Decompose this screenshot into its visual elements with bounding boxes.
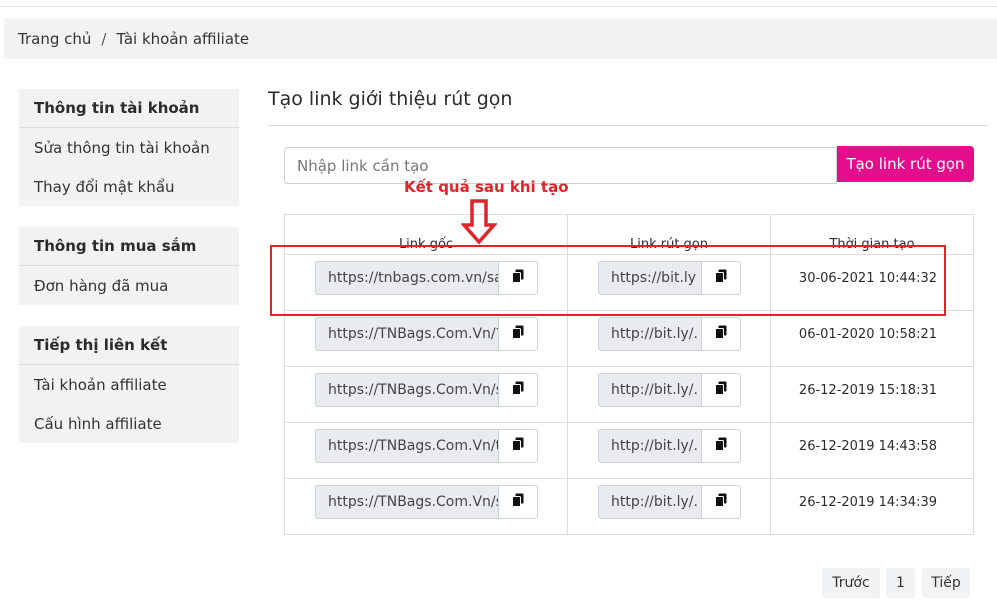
annotation-label: Kết quả sau khi tạo (404, 178, 569, 196)
pagination-prev-button[interactable]: Trước (822, 568, 880, 598)
copy-icon (512, 493, 524, 511)
sidebar-heading-shopping: Thông tin mua sắm (19, 227, 239, 266)
table-row: https://TNBags.Com.Vn/s http://bit.ly/. … (284, 478, 974, 535)
sidebar-item-edit-account[interactable]: Sửa thông tin tài khoản (19, 128, 239, 167)
sidebar-item-affiliate-account[interactable]: Tài khoản affiliate (19, 365, 239, 404)
original-link-field[interactable]: https://TNBags.Com.Vn/t (315, 429, 499, 463)
table-row: https://TNBags.Com.Vn/t http://bit.ly/. … (284, 422, 974, 479)
original-link-field[interactable]: https://TNBags.Com.Vn/? (315, 317, 499, 351)
sidebar-heading-affiliate: Tiếp thị liên kết (19, 326, 239, 365)
created-time: 26-12-2019 15:18:31 (770, 366, 974, 423)
copy-icon (715, 325, 727, 343)
sidebar-group-account: Thông tin tài khoản Sửa thông tin tài kh… (19, 89, 239, 206)
copy-icon (715, 437, 727, 455)
copy-original-button[interactable] (499, 373, 538, 407)
annotation-highlight-box (270, 245, 946, 316)
sidebar-item-orders[interactable]: Đơn hàng đã mua (19, 266, 239, 305)
sidebar-heading-account: Thông tin tài khoản (19, 89, 239, 128)
original-link-field[interactable]: https://TNBags.Com.Vn/s (315, 373, 499, 407)
pagination-page-1[interactable]: 1 (886, 568, 915, 598)
copy-icon (715, 381, 727, 399)
created-time: 26-12-2019 14:34:39 (770, 478, 974, 535)
down-arrow-icon (460, 199, 498, 249)
table-row: https://TNBags.Com.Vn/? http://bit.ly/. … (284, 310, 974, 367)
breadcrumb-current: Tài khoản affiliate (116, 30, 250, 48)
copy-short-button[interactable] (702, 429, 741, 463)
sidebar-group-shopping: Thông tin mua sắm Đơn hàng đã mua (19, 227, 239, 305)
copy-icon (512, 325, 524, 343)
create-short-link-button[interactable]: Tạo link rút gọn (837, 146, 974, 182)
copy-icon (512, 381, 524, 399)
created-time: 26-12-2019 14:43:58 (770, 422, 974, 479)
short-link-field[interactable]: http://bit.ly/. (598, 429, 702, 463)
short-link-field[interactable]: http://bit.ly/. (598, 317, 702, 351)
copy-icon (512, 437, 524, 455)
short-link-field[interactable]: http://bit.ly/. (598, 485, 702, 519)
copy-short-button[interactable] (702, 317, 741, 351)
copy-short-button[interactable] (702, 485, 741, 519)
copy-original-button[interactable] (499, 429, 538, 463)
sidebar-item-affiliate-config[interactable]: Cấu hình affiliate (19, 404, 239, 443)
breadcrumb-separator: / (101, 30, 107, 48)
original-link-field[interactable]: https://TNBags.Com.Vn/s (315, 485, 499, 519)
breadcrumb: Trang chủ / Tài khoản affiliate (4, 19, 997, 59)
table-row: https://TNBags.Com.Vn/s http://bit.ly/. … (284, 366, 974, 423)
created-time: 06-01-2020 10:58:21 (770, 310, 974, 367)
page-title: Tạo link giới thiệu rút gọn (268, 88, 513, 110)
pagination-next-button[interactable]: Tiếp (922, 568, 970, 598)
sidebar-item-change-password[interactable]: Thay đổi mật khẩu (19, 167, 239, 206)
top-divider (0, 6, 997, 7)
copy-short-button[interactable] (702, 373, 741, 407)
copy-original-button[interactable] (499, 485, 538, 519)
copy-icon (715, 493, 727, 511)
sidebar-group-affiliate: Tiếp thị liên kết Tài khoản affiliate Cấ… (19, 326, 239, 443)
title-divider (268, 125, 988, 126)
short-link-field[interactable]: http://bit.ly/. (598, 373, 702, 407)
copy-original-button[interactable] (499, 317, 538, 351)
breadcrumb-home[interactable]: Trang chủ (18, 30, 91, 48)
